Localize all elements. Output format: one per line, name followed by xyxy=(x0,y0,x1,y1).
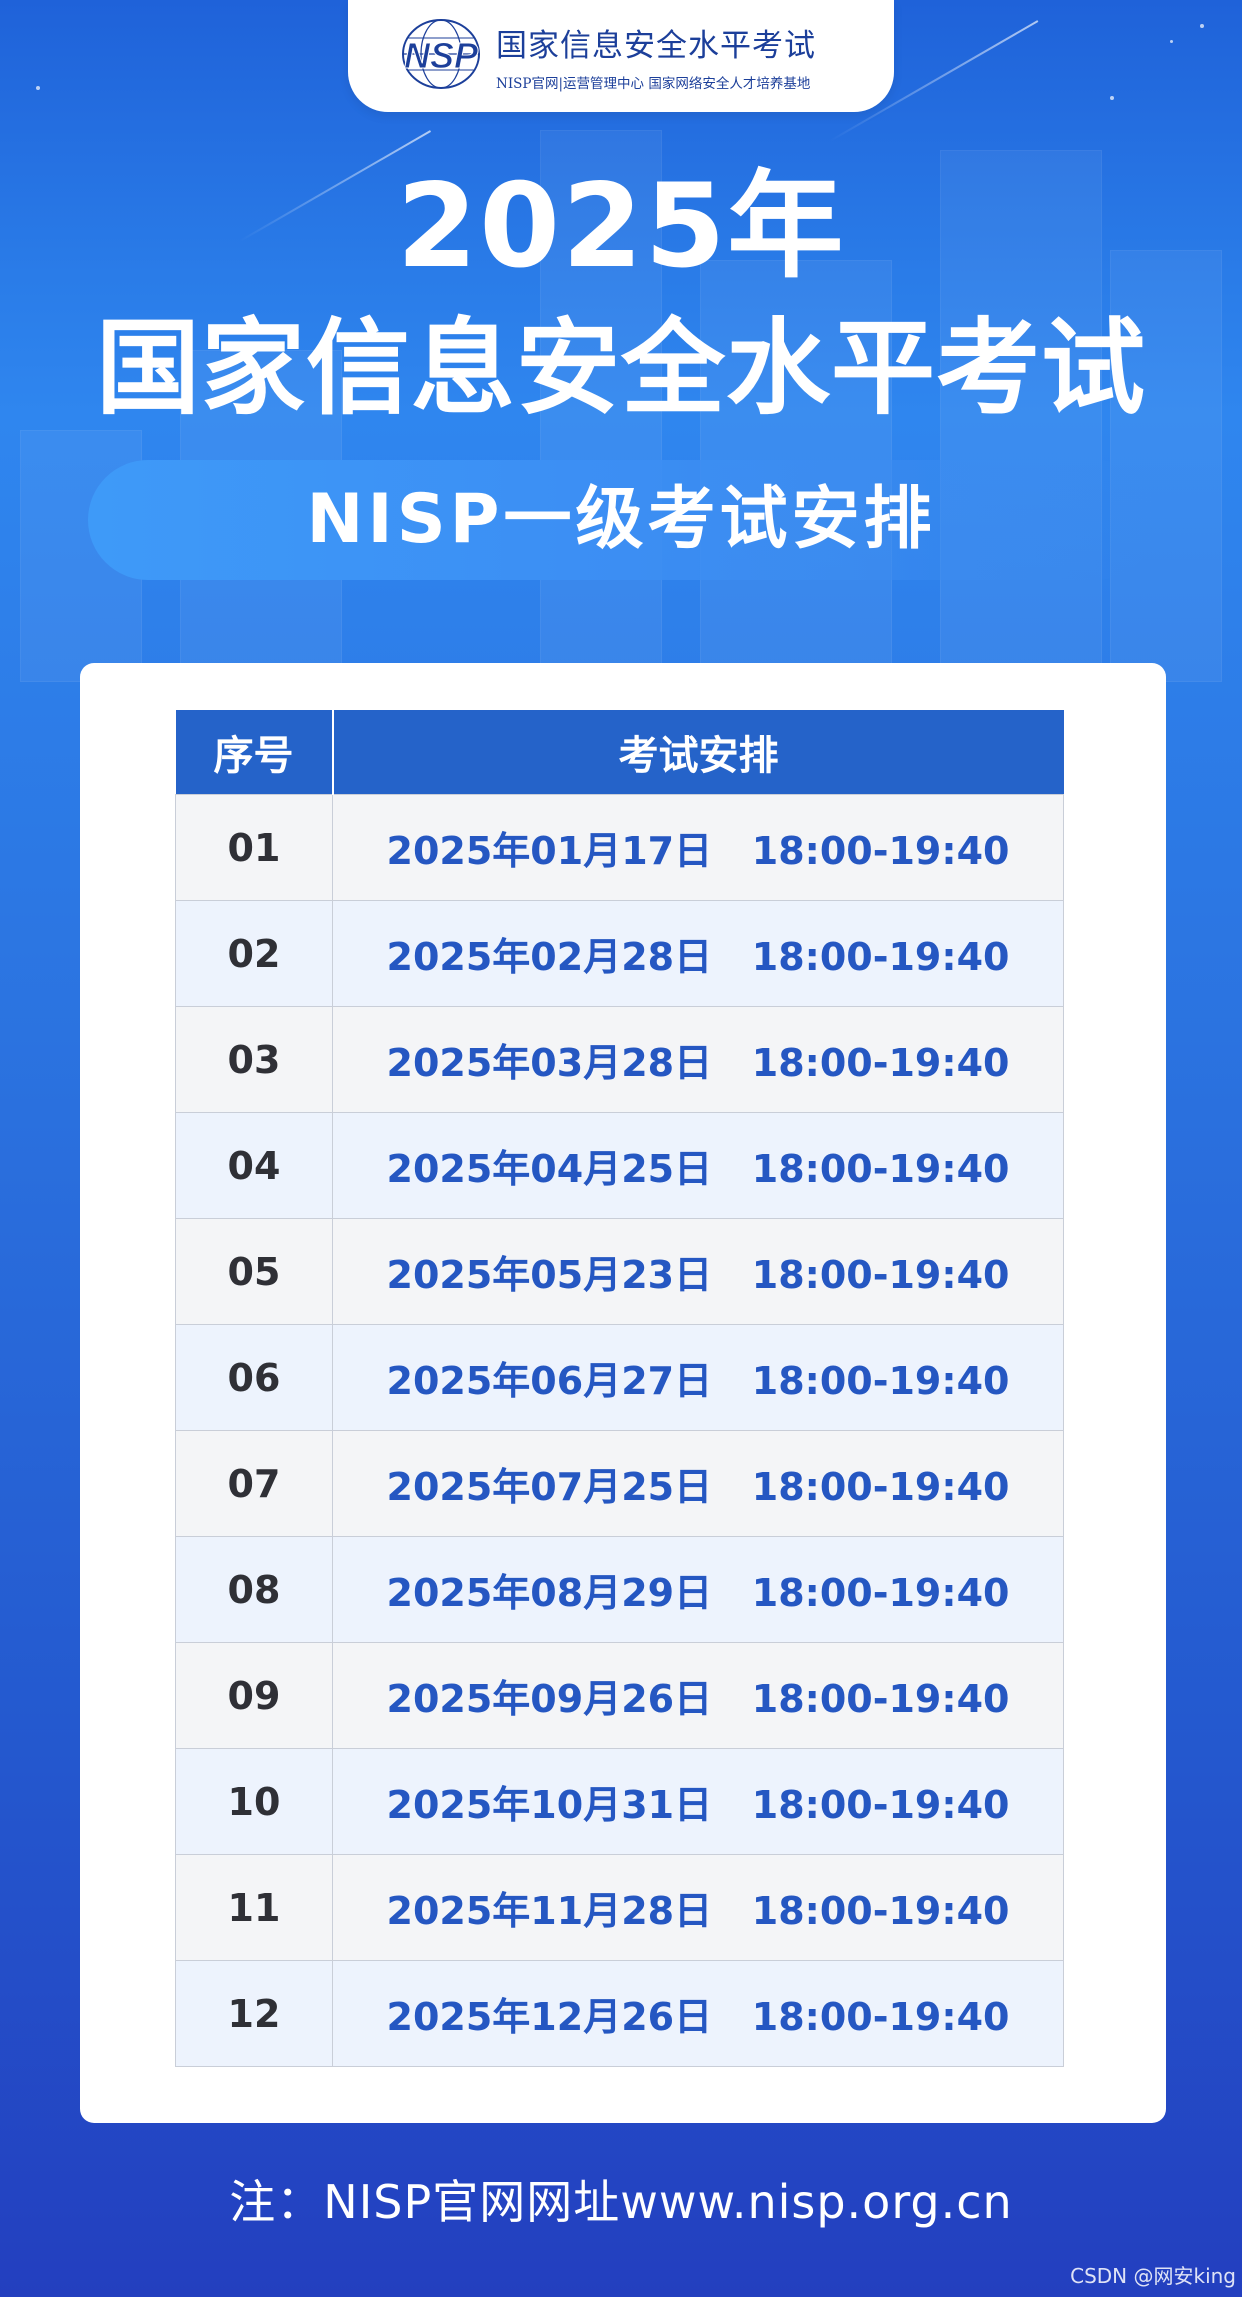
row-schedule: 2025年05月23日 18:00-19:40 xyxy=(332,1218,1064,1325)
row-schedule: 2025年06月27日 18:00-19:40 xyxy=(332,1324,1064,1431)
brand-name: 国家信息安全水平考试 xyxy=(496,28,816,64)
table-row: 11 2025年11月28日 18:00-19:40 xyxy=(175,1854,1064,1961)
schedule-card: 序号 考试安排 01 2025年01月17日 18:00-19:40 02 20… xyxy=(80,663,1166,2123)
row-index: 12 xyxy=(175,1960,333,2067)
row-schedule: 2025年09月26日 18:00-19:40 xyxy=(332,1642,1064,1749)
table-header-row: 序号 考试安排 xyxy=(175,710,1064,795)
row-schedule: 2025年11月28日 18:00-19:40 xyxy=(332,1854,1064,1961)
title-year: 2025年 xyxy=(396,159,846,294)
table-row: 12 2025年12月26日 18:00-19:40 xyxy=(175,1960,1064,2067)
table-row: 07 2025年07月25日 18:00-19:40 xyxy=(175,1430,1064,1537)
table-row: 10 2025年10月31日 18:00-19:40 xyxy=(175,1748,1064,1855)
row-schedule: 2025年08月29日 18:00-19:40 xyxy=(332,1536,1064,1643)
row-index: 04 xyxy=(175,1112,333,1219)
nisp-logo: NSP xyxy=(402,19,480,89)
table-row: 09 2025年09月26日 18:00-19:40 xyxy=(175,1642,1064,1749)
schedule-table: 序号 考试安排 01 2025年01月17日 18:00-19:40 02 20… xyxy=(175,710,1064,2067)
row-schedule: 2025年07月25日 18:00-19:40 xyxy=(332,1430,1064,1537)
row-index: 09 xyxy=(175,1642,333,1749)
csdn-watermark: CSDN @网安king xyxy=(1070,2264,1236,2288)
table-row: 02 2025年02月28日 18:00-19:40 xyxy=(175,900,1064,1007)
row-schedule: 2025年02月28日 18:00-19:40 xyxy=(332,900,1064,1007)
row-schedule: 2025年03月28日 18:00-19:40 xyxy=(332,1006,1064,1113)
row-schedule: 2025年04月25日 18:00-19:40 xyxy=(332,1112,1064,1219)
row-schedule: 2025年12月26日 18:00-19:40 xyxy=(332,1960,1064,2067)
row-index: 11 xyxy=(175,1854,333,1961)
column-header-schedule: 考试安排 xyxy=(331,710,1064,795)
row-index: 03 xyxy=(175,1006,333,1113)
row-schedule: 2025年10月31日 18:00-19:40 xyxy=(332,1748,1064,1855)
brand-header: NSP 国家信息安全水平考试 NISP官网|运营管理中心 国家网络安全人才培养基… xyxy=(348,0,894,112)
website-note: 注：NISP官网网址www.nisp.org.cn xyxy=(229,2175,1013,2229)
brand-subtitle: NISP官网|运营管理中心 国家网络安全人才培养基地 xyxy=(496,76,811,92)
row-index: 10 xyxy=(175,1748,333,1855)
row-index: 05 xyxy=(175,1218,333,1325)
row-index: 07 xyxy=(175,1430,333,1537)
subtitle-text: NISP一级考试安排 xyxy=(306,480,936,559)
table-row: 05 2025年05月23日 18:00-19:40 xyxy=(175,1218,1064,1325)
column-header-index: 序号 xyxy=(175,710,333,795)
table-row: 06 2025年06月27日 18:00-19:40 xyxy=(175,1324,1064,1431)
table-row: 04 2025年04月25日 18:00-19:40 xyxy=(175,1112,1064,1219)
logo-text: NSP xyxy=(404,35,479,76)
page-title: 国家信息安全水平考试 xyxy=(95,307,1146,429)
table-row: 03 2025年03月28日 18:00-19:40 xyxy=(175,1006,1064,1113)
table-row: 08 2025年08月29日 18:00-19:40 xyxy=(175,1536,1064,1643)
row-index: 08 xyxy=(175,1536,333,1643)
row-index: 01 xyxy=(175,794,333,901)
row-schedule: 2025年01月17日 18:00-19:40 xyxy=(332,794,1064,901)
row-index: 02 xyxy=(175,900,333,1007)
row-index: 06 xyxy=(175,1324,333,1431)
table-row: 01 2025年01月17日 18:00-19:40 xyxy=(175,794,1064,901)
